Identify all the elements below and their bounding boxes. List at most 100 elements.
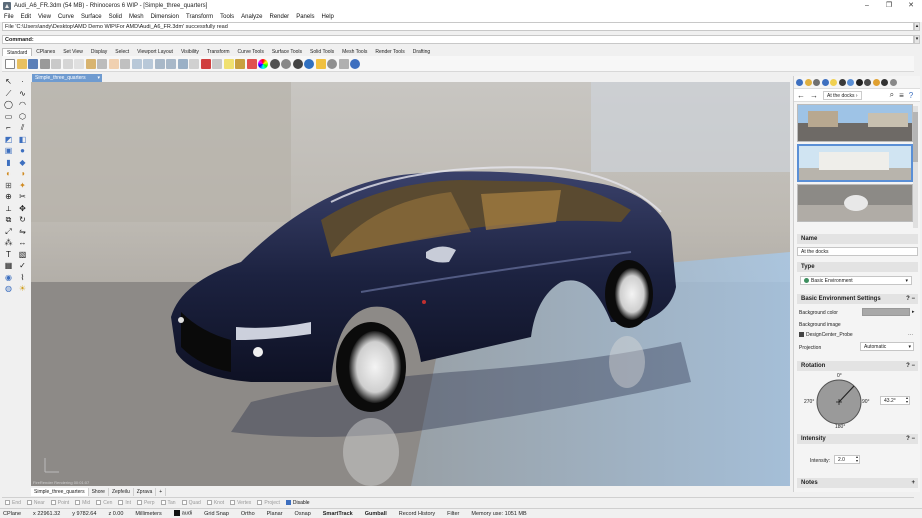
boolean-diff-icon[interactable]: ◑ bbox=[17, 169, 28, 179]
osnap-quad[interactable]: Quad bbox=[181, 500, 201, 506]
undo-icon[interactable] bbox=[97, 58, 107, 69]
tab-display[interactable]: Display bbox=[87, 48, 111, 56]
point-icon[interactable]: · bbox=[17, 77, 28, 87]
edit-icon[interactable] bbox=[889, 78, 897, 86]
osnap-end[interactable]: End bbox=[5, 500, 21, 506]
save-icon[interactable] bbox=[28, 58, 38, 69]
layout-tab-simple-three-quarters[interactable]: Simple_three_quarters bbox=[31, 487, 89, 496]
select-icon[interactable] bbox=[212, 58, 222, 69]
filter-toggle[interactable]: Filter bbox=[447, 511, 459, 517]
osnap-near[interactable]: Near bbox=[26, 500, 45, 506]
lock-icon[interactable] bbox=[235, 58, 245, 69]
environment-thumbnail-selected[interactable] bbox=[797, 144, 913, 182]
move-icon[interactable]: ✥ bbox=[17, 204, 28, 214]
menu-surface[interactable]: Surface bbox=[81, 14, 102, 20]
surface-corner-icon[interactable]: ◩ bbox=[3, 135, 14, 145]
rotate-icon[interactable]: ↻ bbox=[17, 215, 28, 225]
checkbox[interactable] bbox=[50, 500, 56, 505]
gumball-toggle[interactable]: Gumball bbox=[365, 511, 387, 517]
spinner-icon[interactable]: ▴ ▾ bbox=[906, 396, 908, 404]
layer-icon[interactable] bbox=[246, 58, 257, 69]
chevron-down-icon[interactable]: ▾ bbox=[97, 74, 100, 82]
projection-dropdown[interactable]: Automatic ▾ bbox=[860, 342, 914, 351]
explode-icon[interactable]: ✦ bbox=[17, 181, 28, 191]
new-file-icon[interactable] bbox=[5, 58, 15, 69]
layout-tab-shore[interactable]: Shore bbox=[89, 487, 109, 496]
select-arrow-icon[interactable]: ↖ bbox=[3, 77, 14, 87]
check-icon[interactable]: ✓ bbox=[17, 261, 28, 271]
zoom-window-icon[interactable] bbox=[143, 58, 153, 69]
polyline-icon[interactable]: ⟋ bbox=[3, 89, 14, 99]
rectangle-icon[interactable]: ▭ bbox=[3, 112, 14, 122]
checkbox[interactable] bbox=[5, 500, 10, 505]
scale-icon[interactable]: ⤢ bbox=[3, 227, 14, 237]
menu-mesh[interactable]: Mesh bbox=[129, 14, 144, 20]
osnap-int[interactable]: Int bbox=[118, 500, 131, 506]
menu-dimension[interactable]: Dimension bbox=[151, 14, 179, 20]
grid-snap-toggle[interactable]: Grid Snap bbox=[204, 511, 229, 517]
tab-mesh-tools[interactable]: Mesh Tools bbox=[338, 48, 371, 56]
tab-set-view[interactable]: Set View bbox=[59, 48, 87, 56]
units-indicator[interactable]: Millimeters bbox=[135, 511, 161, 517]
environment-name-field[interactable]: At the docks bbox=[797, 247, 918, 256]
spinner-icon[interactable]: ▴ ▾ bbox=[856, 455, 858, 463]
ground-plane-icon[interactable] bbox=[864, 78, 871, 86]
tab-select[interactable]: Select bbox=[111, 48, 133, 56]
layers-icon[interactable] bbox=[804, 78, 812, 86]
environments-icon[interactable] bbox=[847, 78, 854, 86]
options-icon[interactable] bbox=[338, 58, 349, 69]
cut-icon[interactable] bbox=[62, 58, 73, 69]
rotate-view-icon[interactable] bbox=[120, 58, 130, 69]
dimension-icon[interactable]: ↔ bbox=[17, 238, 28, 248]
environment-icon[interactable] bbox=[304, 58, 314, 69]
cplane-indicator[interactable]: CPlane bbox=[3, 511, 21, 517]
text-icon[interactable]: T bbox=[3, 250, 14, 260]
render-tool-icon[interactable]: ◍ bbox=[3, 284, 14, 294]
checkbox[interactable] bbox=[160, 500, 166, 505]
record-history-toggle[interactable]: Record History bbox=[399, 511, 435, 517]
import-icon[interactable] bbox=[51, 58, 61, 69]
tab-viewport-layout[interactable]: Viewport Layout bbox=[133, 48, 177, 56]
checkbox[interactable] bbox=[181, 500, 187, 505]
background-image-value[interactable]: DesignCenter_Probe bbox=[799, 332, 853, 338]
osnap-point[interactable]: Point bbox=[50, 500, 69, 506]
sphere-icon[interactable]: ● bbox=[17, 146, 28, 156]
osnap-perp[interactable]: Perp bbox=[136, 500, 155, 506]
command-dropdown[interactable]: ▾ bbox=[914, 35, 920, 44]
environment-thumbnail[interactable] bbox=[797, 184, 913, 222]
current-layer[interactable]: audi bbox=[173, 510, 192, 517]
tab-standard[interactable]: Standard bbox=[2, 48, 33, 56]
minimize-button[interactable]: – bbox=[856, 0, 878, 12]
command-prompt[interactable]: Command: bbox=[2, 35, 914, 44]
light-icon[interactable] bbox=[223, 58, 234, 69]
array-icon[interactable]: ⁂ bbox=[3, 238, 14, 248]
checkbox[interactable] bbox=[230, 500, 236, 505]
boolean-union-icon[interactable]: ◐ bbox=[3, 169, 14, 179]
tab-surface-tools[interactable]: Surface Tools bbox=[268, 48, 306, 56]
menu-analyze[interactable]: Analyze bbox=[241, 14, 262, 20]
viewport-layout-icon[interactable] bbox=[177, 58, 188, 69]
material-icon[interactable] bbox=[269, 58, 280, 69]
render-icon[interactable] bbox=[292, 58, 303, 69]
browse-image-button[interactable]: ··· bbox=[908, 332, 913, 338]
search-icon[interactable]: ⌕ bbox=[890, 90, 894, 100]
osnap-disable[interactable]: Disable bbox=[285, 500, 310, 506]
menu-curve[interactable]: Curve bbox=[58, 14, 74, 20]
back-arrow-icon[interactable]: ← bbox=[797, 91, 805, 100]
help-panel-icon[interactable] bbox=[821, 78, 829, 86]
menu-solid[interactable]: Solid bbox=[109, 14, 122, 20]
menu-view[interactable]: View bbox=[38, 14, 51, 20]
join-icon[interactable]: ⊕ bbox=[3, 192, 14, 202]
zoom-selected-icon[interactable] bbox=[166, 58, 176, 69]
curvature-icon[interactable]: ⌇ bbox=[17, 273, 28, 283]
car-icon[interactable] bbox=[200, 58, 211, 69]
checkbox[interactable] bbox=[257, 500, 263, 505]
forward-arrow-icon[interactable]: → bbox=[810, 91, 818, 100]
checkbox[interactable] bbox=[75, 500, 81, 505]
open-folder-icon[interactable] bbox=[16, 58, 27, 69]
ortho-toggle[interactable]: Ortho bbox=[241, 511, 255, 517]
add-layout-button[interactable]: + bbox=[156, 487, 167, 496]
render-viewport[interactable] bbox=[31, 82, 790, 486]
help-circle-icon[interactable]: ? bbox=[909, 91, 913, 100]
rotation-value-field[interactable]: 43.2° ▴ ▾ bbox=[880, 396, 910, 405]
